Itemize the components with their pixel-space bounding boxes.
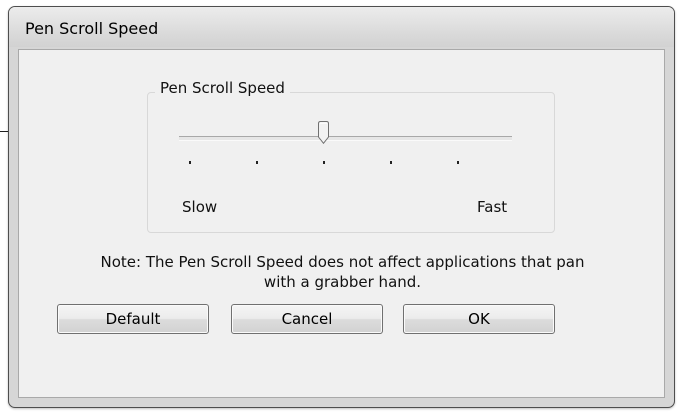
slider-max-label: Fast xyxy=(477,198,508,216)
scroll-speed-slider-track[interactable] xyxy=(179,136,512,141)
slider-thumb[interactable] xyxy=(318,121,329,144)
title-bar[interactable]: Pen Scroll Speed xyxy=(9,7,674,47)
slider-min-label: Slow xyxy=(182,198,218,216)
ok-button[interactable]: OK xyxy=(403,304,555,334)
slider-tick xyxy=(390,161,392,164)
dialog-window: Pen Scroll Speed Pen Scroll Speed Slow F… xyxy=(8,6,675,408)
default-button[interactable]: Default xyxy=(57,304,209,334)
slider-tick xyxy=(323,161,325,164)
slider-tick xyxy=(256,161,258,164)
slider-tick xyxy=(189,161,191,164)
window-title: Pen Scroll Speed xyxy=(25,19,159,38)
note-text: Note: The Pen Scroll Speed does not affe… xyxy=(39,252,646,292)
dialog-body: Pen Scroll Speed Slow Fast Note: The Pen… xyxy=(18,49,665,398)
slider-tick xyxy=(457,161,459,164)
note-line-1: Note: The Pen Scroll Speed does not affe… xyxy=(100,253,585,271)
note-line-2: with a grabber hand. xyxy=(263,273,422,291)
groupbox-label: Pen Scroll Speed xyxy=(155,79,290,97)
cancel-button[interactable]: Cancel xyxy=(231,304,383,334)
